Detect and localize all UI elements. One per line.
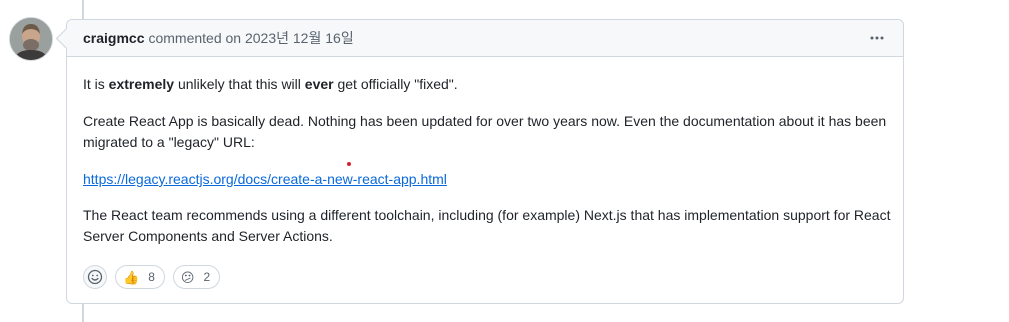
paragraph-1-text-a: It is [83,76,109,92]
paragraph-1: It is extremely unlikely that this will … [83,74,458,95]
comment-timestamp[interactable]: 2023년 12월 16일 [245,28,354,48]
comment-box: craigmcc commented on 2023년 12월 16일 It i… [55,19,904,304]
avatar-image [10,18,52,60]
comment-action: commented on [148,30,242,46]
smiley-icon [87,269,103,285]
reaction-count: 2 [203,270,211,284]
add-reaction-button[interactable] [83,265,107,289]
legacy-docs-link[interactable]: https://legacy.reactjs.org/docs/create-a… [83,171,447,187]
paragraph-1-text-b: unlikely that this will [174,76,305,92]
confused-face-icon: 😕 [180,269,195,285]
reactions-bar: 👍 8 😕 2 [83,265,221,289]
paragraph-1-text-c: get officially "fixed". [333,76,458,92]
reaction-thumbs-up[interactable]: 👍 8 [115,265,165,289]
reaction-confused[interactable]: 😕 2 [172,265,221,289]
comment-header: craigmcc commented on 2023년 12월 16일 [67,20,903,57]
comment-author[interactable]: craigmcc [83,30,144,46]
paragraph-1-bold-b: ever [304,76,334,92]
paragraph-3: https://legacy.reactjs.org/docs/create-a… [83,169,447,190]
kebab-horizontal-icon[interactable] [865,27,889,49]
paragraph-2: Create React App is basically dead. Noth… [83,113,887,150]
avatar[interactable] [9,17,53,61]
paragraph-4: The React team recommends using a differ… [83,207,891,244]
cursor-dot [347,162,351,166]
reaction-count: 8 [148,270,155,284]
thumbs-up-icon: 👍 [123,269,140,285]
paragraph-1-bold-a: extremely [108,76,175,92]
